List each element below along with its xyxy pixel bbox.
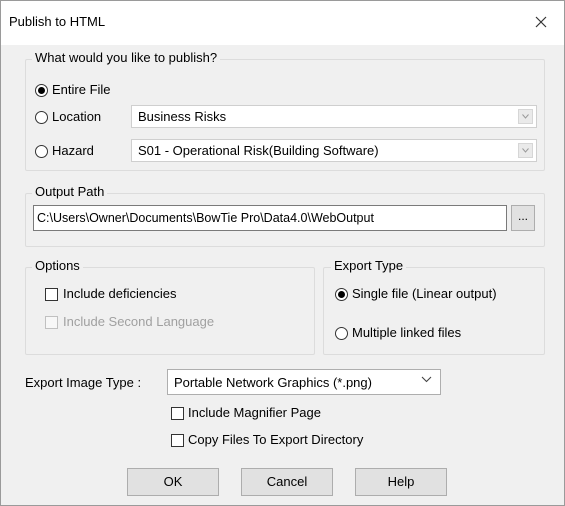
export-type-legend: Export Type (331, 258, 407, 273)
close-icon (535, 16, 547, 28)
export-image-type-value: Portable Network Graphics (*.png) (174, 375, 372, 390)
output-path-legend: Output Path (32, 184, 108, 199)
export-type-group (323, 267, 545, 355)
include-magnifier-checkbox[interactable] (171, 407, 184, 420)
output-path-value: C:\Users\Owner\Documents\BowTie Pro\Data… (37, 211, 374, 225)
ok-button[interactable]: OK (127, 468, 219, 496)
location-combo-arrow[interactable] (518, 109, 533, 124)
hazard-combo-value: S01 - Operational Risk(Building Software… (138, 143, 379, 158)
location-radio[interactable] (35, 111, 48, 124)
browse-button[interactable]: ... (511, 205, 535, 231)
location-label: Location (52, 109, 102, 124)
export-image-type-label: Export Image Type : (25, 375, 142, 390)
include-second-language-checkbox[interactable] (45, 316, 58, 329)
single-file-radio[interactable] (335, 288, 348, 301)
hazard-combo-arrow[interactable] (518, 143, 533, 158)
include-deficiencies-label: Include deficiencies (63, 286, 177, 301)
hazard-combo[interactable]: S01 - Operational Risk(Building Software… (131, 139, 537, 162)
cancel-button[interactable]: Cancel (241, 468, 333, 496)
copy-files-checkbox[interactable] (171, 434, 184, 447)
location-combo-value: Business Risks (138, 109, 227, 124)
single-file-label: Single file (Linear output) (352, 286, 497, 301)
output-path-field[interactable]: C:\Users\Owner\Documents\BowTie Pro\Data… (33, 205, 507, 231)
include-deficiencies-checkbox[interactable] (45, 288, 58, 301)
chevron-down-icon (421, 376, 432, 383)
close-button[interactable] (526, 7, 556, 37)
chevron-down-icon (522, 114, 529, 119)
chevron-down-icon (522, 148, 529, 153)
include-magnifier-label: Include Magnifier Page (188, 405, 321, 420)
multiple-files-radio[interactable] (335, 327, 348, 340)
hazard-label: Hazard (52, 143, 94, 158)
window-title: Publish to HTML (9, 14, 106, 29)
options-legend: Options (32, 258, 83, 273)
export-image-type-select[interactable]: Portable Network Graphics (*.png) (167, 369, 441, 395)
hazard-radio[interactable] (35, 145, 48, 158)
entire-file-radio[interactable] (35, 84, 48, 97)
include-second-language-label: Include Second Language (63, 314, 215, 329)
location-combo[interactable]: Business Risks (131, 105, 537, 128)
multiple-files-label: Multiple linked files (352, 325, 462, 340)
help-button[interactable]: Help (355, 468, 447, 496)
title-bar: Publish to HTML (1, 1, 564, 45)
publish-dialog: Publish to HTML What would you like to p… (0, 0, 565, 506)
options-group (25, 267, 315, 355)
copy-files-label: Copy Files To Export Directory (188, 432, 364, 447)
entire-file-label: Entire File (52, 82, 111, 97)
publish-group-legend: What would you like to publish? (32, 50, 221, 65)
